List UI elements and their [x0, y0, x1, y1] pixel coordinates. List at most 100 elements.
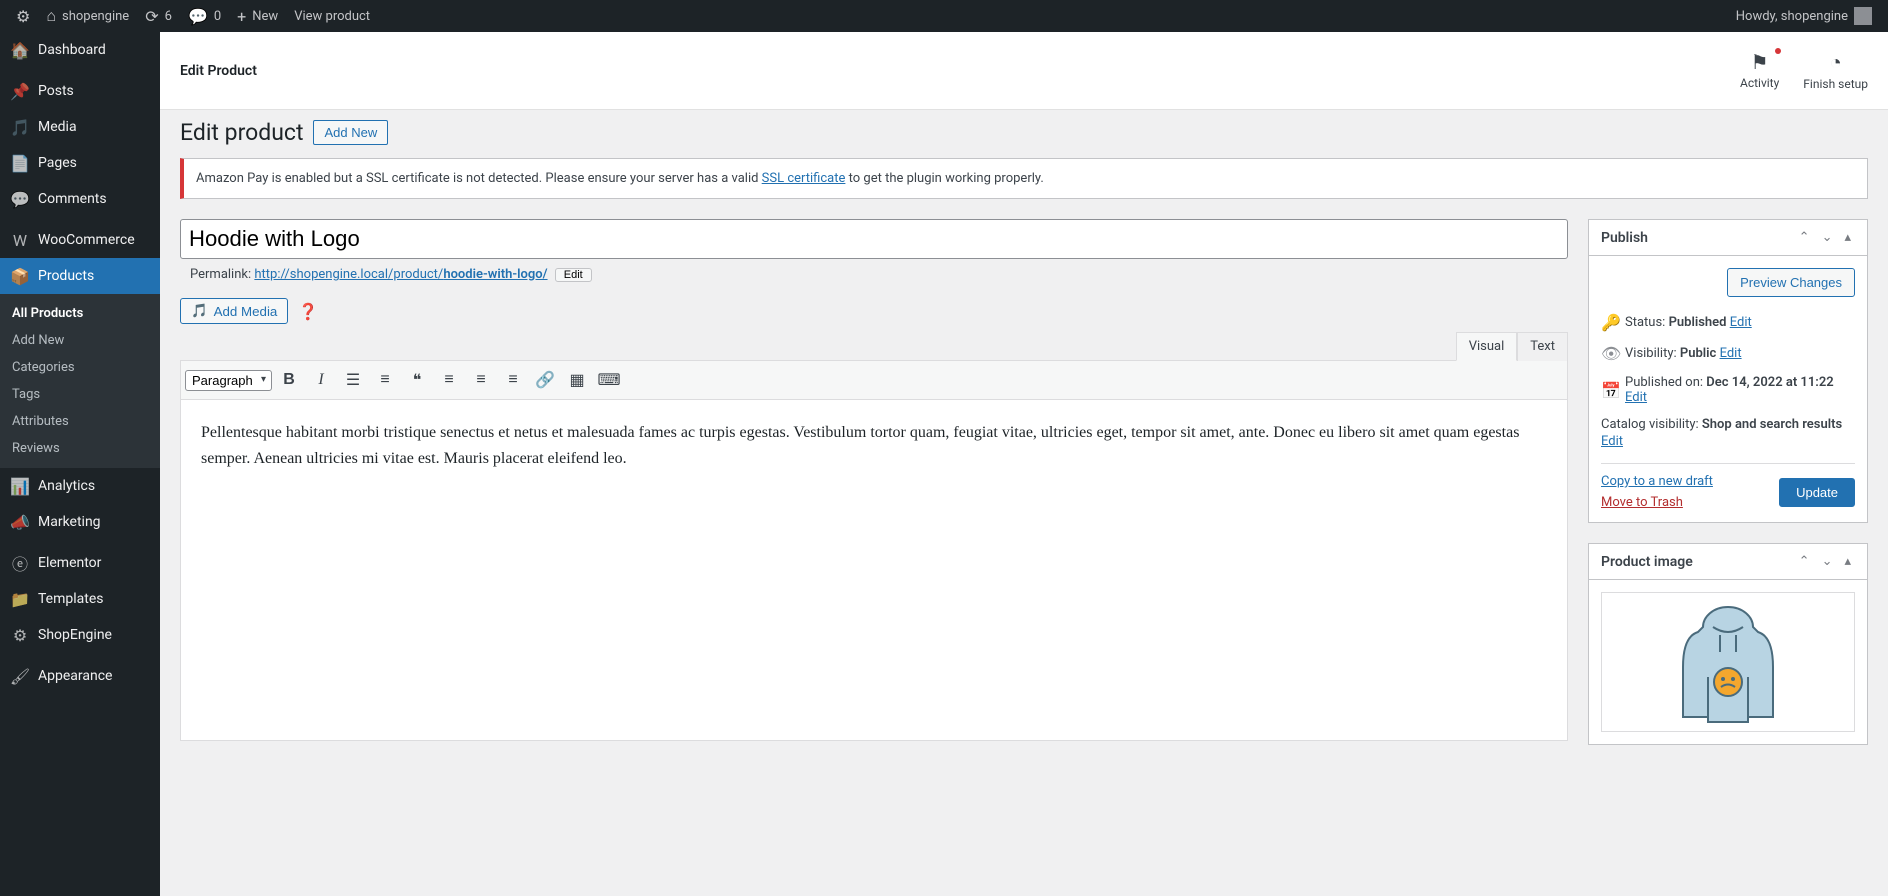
- howdy-link[interactable]: Howdy, shopengine: [1728, 0, 1880, 32]
- move-down-icon[interactable]: ⌄: [1818, 550, 1837, 573]
- pin-icon: 📌: [10, 81, 30, 101]
- menu-comments[interactable]: 💬Comments: [0, 181, 160, 217]
- submenu-add-new[interactable]: Add New: [0, 327, 160, 354]
- submenu-categories[interactable]: Categories: [0, 354, 160, 381]
- media-icon: 🎵: [191, 303, 208, 319]
- elementor-icon: ⓔ: [10, 553, 30, 573]
- wordpress-icon: ⚙: [16, 7, 30, 26]
- move-up-icon[interactable]: ⌃: [1795, 550, 1814, 573]
- move-up-icon[interactable]: ⌃: [1795, 226, 1814, 249]
- submenu-tags[interactable]: Tags: [0, 381, 160, 408]
- menu-marketing[interactable]: 📣Marketing: [0, 504, 160, 540]
- activity-icon: ⚑: [1740, 50, 1779, 74]
- align-left-button[interactable]: ≡: [434, 365, 464, 395]
- shopengine-icon: ⚙: [10, 625, 30, 645]
- permalink-link[interactable]: http://shopengine.local/product/hoodie-w…: [254, 267, 547, 282]
- edit-status-link[interactable]: Edit: [1730, 315, 1752, 330]
- help-icon[interactable]: ❓: [298, 302, 318, 321]
- wrap-heading: Edit product: [180, 119, 303, 146]
- tab-text[interactable]: Text: [1517, 332, 1568, 361]
- view-product-link[interactable]: View product: [286, 0, 378, 32]
- menu-analytics[interactable]: 📊Analytics: [0, 468, 160, 504]
- format-select[interactable]: Paragraph: [185, 370, 272, 391]
- editor-toolbar: Paragraph B I ☰ ≡ ❝ ≡ ≡ ≡ 🔗 ▦ ⌨: [181, 361, 1567, 400]
- move-down-icon[interactable]: ⌄: [1818, 226, 1837, 249]
- menu-shopengine[interactable]: ⚙ShopEngine: [0, 617, 160, 653]
- dashboard-icon: 🏠: [10, 40, 30, 60]
- main-content: Edit Product ⚑ Activity ◔ Finish setup E…: [160, 32, 1888, 896]
- align-center-button[interactable]: ≡: [466, 365, 496, 395]
- menu-posts[interactable]: 📌Posts: [0, 73, 160, 109]
- menu-woocommerce[interactable]: WWooCommerce: [0, 222, 160, 258]
- products-submenu: All Products Add New Categories Tags Att…: [0, 294, 160, 468]
- menu-dashboard[interactable]: 🏠Dashboard: [0, 32, 160, 68]
- products-icon: 📦: [10, 266, 30, 286]
- comments-link[interactable]: 💬0: [180, 0, 229, 32]
- toolbar-toggle-button[interactable]: ⌨: [594, 365, 624, 395]
- home-icon: ⌂: [46, 6, 56, 26]
- add-media-button[interactable]: 🎵Add Media: [180, 298, 288, 324]
- publish-box: Publish ⌃ ⌄ ▴ Preview Changes 🔑Status: P…: [1588, 219, 1868, 523]
- page-icon: 📄: [10, 153, 30, 173]
- edit-slug-button[interactable]: Edit: [555, 268, 592, 282]
- product-image-box: Product image ⌃ ⌄ ▴: [1588, 543, 1868, 745]
- bold-button[interactable]: B: [274, 365, 304, 395]
- number-list-button[interactable]: ≡: [370, 365, 400, 395]
- updates-count: 6: [165, 9, 172, 24]
- quote-button[interactable]: ❝: [402, 365, 432, 395]
- ssl-link[interactable]: SSL certificate: [762, 171, 846, 186]
- more-button[interactable]: ▦: [562, 365, 592, 395]
- italic-button[interactable]: I: [306, 365, 336, 395]
- admin-sidebar: 🏠Dashboard 📌Posts 🎵Media 📄Pages 💬Comment…: [0, 32, 160, 896]
- templates-icon: 📁: [10, 589, 30, 609]
- product-image-thumbnail[interactable]: [1601, 592, 1855, 732]
- publish-box-title: Publish: [1601, 230, 1648, 246]
- toggle-icon[interactable]: ▴: [1840, 226, 1855, 249]
- new-label: New: [252, 9, 278, 24]
- add-new-button[interactable]: Add New: [313, 120, 388, 145]
- setup-icon: ◔: [1803, 50, 1868, 75]
- appearance-icon: 🖌: [10, 666, 30, 686]
- link-button[interactable]: 🔗: [530, 365, 560, 395]
- menu-products[interactable]: 📦Products: [0, 258, 160, 294]
- edit-date-link[interactable]: Edit: [1625, 390, 1647, 405]
- activity-button[interactable]: ⚑ Activity: [1740, 50, 1779, 91]
- move-trash-link[interactable]: Move to Trash: [1601, 495, 1713, 510]
- submenu-reviews[interactable]: Reviews: [0, 435, 160, 462]
- avatar-icon: [1854, 7, 1872, 25]
- product-image-title: Product image: [1601, 554, 1693, 570]
- update-button[interactable]: Update: [1779, 478, 1855, 507]
- media-icon: 🎵: [10, 117, 30, 137]
- site-name-link[interactable]: ⌂shopengine: [38, 0, 137, 32]
- howdy-label: Howdy, shopengine: [1736, 9, 1848, 24]
- edit-visibility-link[interactable]: Edit: [1720, 346, 1742, 361]
- menu-templates[interactable]: 📁Templates: [0, 581, 160, 617]
- view-product-label: View product: [294, 9, 370, 24]
- marketing-icon: 📣: [10, 512, 30, 532]
- editor-content[interactable]: Pellentesque habitant morbi tristique se…: [181, 400, 1567, 740]
- updates-link[interactable]: ⟳6: [137, 0, 180, 32]
- align-right-button[interactable]: ≡: [498, 365, 528, 395]
- copy-draft-link[interactable]: Copy to a new draft: [1601, 474, 1713, 489]
- submenu-attributes[interactable]: Attributes: [0, 408, 160, 435]
- new-content-link[interactable]: + New: [229, 0, 286, 32]
- menu-media[interactable]: 🎵Media: [0, 109, 160, 145]
- bullet-list-button[interactable]: ☰: [338, 365, 368, 395]
- finish-setup-button[interactable]: ◔ Finish setup: [1803, 50, 1868, 91]
- menu-appearance[interactable]: 🖌Appearance: [0, 658, 160, 694]
- ssl-notice: Amazon Pay is enabled but a SSL certific…: [180, 158, 1868, 199]
- editor-box: Paragraph B I ☰ ≡ ❝ ≡ ≡ ≡ 🔗 ▦ ⌨: [180, 360, 1568, 741]
- calendar-icon: 📅: [1601, 381, 1617, 400]
- menu-pages[interactable]: 📄Pages: [0, 145, 160, 181]
- preview-changes-button[interactable]: Preview Changes: [1727, 268, 1855, 297]
- menu-elementor[interactable]: ⓔElementor: [0, 545, 160, 581]
- tab-visual[interactable]: Visual: [1456, 332, 1518, 361]
- plus-icon: +: [237, 7, 246, 26]
- product-title-input[interactable]: [180, 219, 1568, 259]
- toggle-icon[interactable]: ▴: [1840, 550, 1855, 573]
- page-header: Edit Product ⚑ Activity ◔ Finish setup: [160, 32, 1888, 110]
- submenu-all-products[interactable]: All Products: [0, 300, 160, 327]
- wp-logo[interactable]: ⚙: [8, 0, 38, 32]
- woo-icon: W: [10, 230, 30, 250]
- edit-catalog-link[interactable]: Edit: [1601, 434, 1623, 449]
